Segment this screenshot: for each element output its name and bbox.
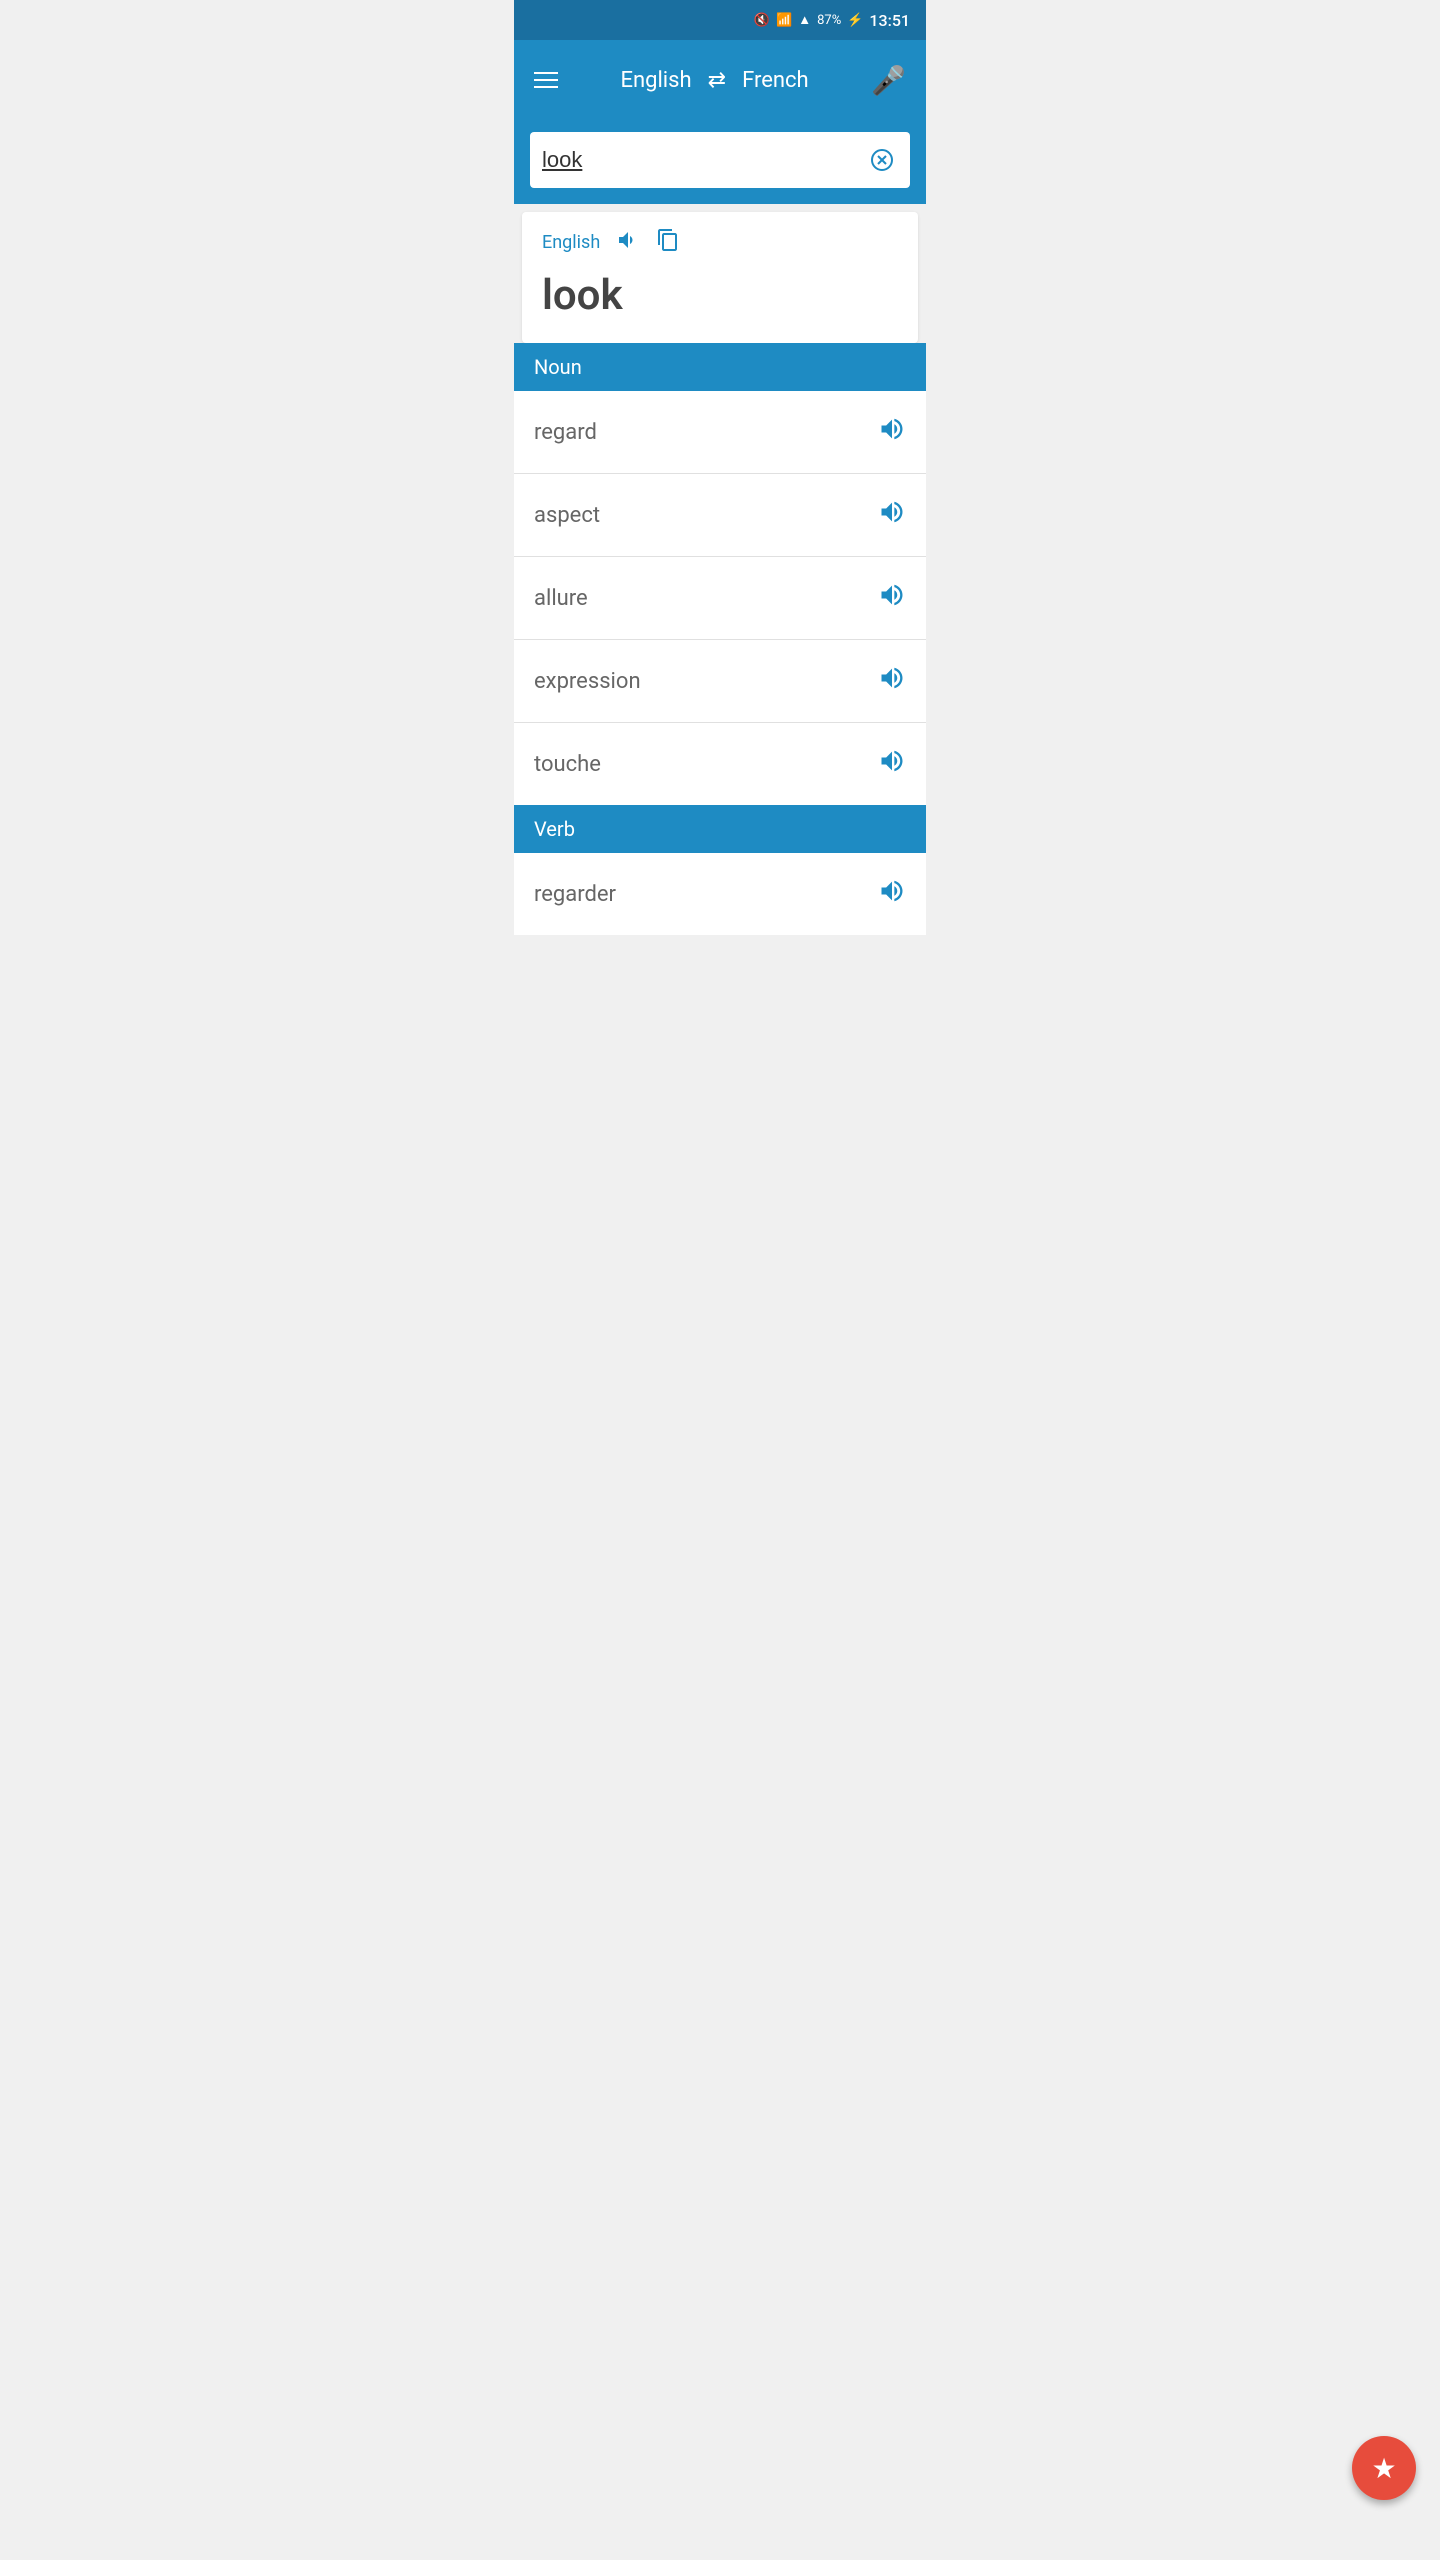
noun-section-header: Noun — [514, 343, 926, 391]
clear-search-button[interactable] — [866, 144, 898, 176]
app-bar: English ⇄ French 🎤 — [514, 40, 926, 120]
wifi-icon: 📶 — [776, 13, 792, 28]
noun-translations-list: regard aspect allure expression — [514, 391, 926, 805]
target-language[interactable]: French — [742, 68, 809, 93]
list-item: regarder — [514, 853, 926, 935]
translation-card: English look — [522, 212, 918, 343]
list-item: expression — [514, 640, 926, 723]
favorite-fab-button[interactable]: ★ — [1352, 2436, 1416, 2500]
search-container — [530, 132, 910, 188]
menu-icon — [534, 79, 558, 81]
status-bar: 🔇 📶 ▲ 87% ⚡ 13:51 — [514, 0, 926, 40]
star-icon: ★ — [1371, 2452, 1396, 2485]
speaker-icon[interactable] — [878, 581, 906, 615]
speaker-icon[interactable] — [878, 877, 906, 911]
card-copy-icon[interactable] — [656, 228, 680, 257]
translation-word: regard — [534, 420, 597, 445]
swap-languages-icon[interactable]: ⇄ — [708, 68, 726, 93]
signal-icon: ▲ — [798, 12, 811, 28]
translation-word: expression — [534, 669, 641, 694]
list-item: aspect — [514, 474, 926, 557]
translation-word: aspect — [534, 503, 600, 528]
source-language[interactable]: English — [620, 68, 691, 93]
translation-word: regarder — [534, 882, 616, 907]
microphone-icon[interactable]: 🎤 — [871, 64, 906, 97]
menu-icon — [534, 86, 558, 88]
list-item: allure — [514, 557, 926, 640]
language-selector: English ⇄ French — [620, 68, 808, 93]
noun-label: Noun — [534, 355, 582, 379]
card-header: English — [542, 228, 898, 257]
list-item: touche — [514, 723, 926, 805]
source-word: look — [542, 273, 898, 319]
menu-icon — [534, 72, 558, 74]
battery-level: 87% — [817, 13, 841, 28]
menu-button[interactable] — [534, 72, 558, 88]
search-input[interactable] — [542, 147, 866, 173]
speaker-icon[interactable] — [878, 415, 906, 449]
status-time: 13:51 — [869, 11, 910, 30]
list-item: regard — [514, 391, 926, 474]
mute-icon: 🔇 — [754, 13, 770, 28]
speaker-icon[interactable] — [878, 747, 906, 781]
translation-word: touche — [534, 752, 601, 777]
translation-word: allure — [534, 586, 588, 611]
verb-section-header: Verb — [514, 805, 926, 853]
card-speaker-icon[interactable] — [616, 228, 640, 257]
battery-charging-icon: ⚡ — [847, 13, 863, 28]
status-icons: 🔇 📶 ▲ 87% ⚡ 13:51 — [754, 11, 910, 30]
speaker-icon[interactable] — [878, 664, 906, 698]
speaker-icon[interactable] — [878, 498, 906, 532]
verb-label: Verb — [534, 817, 575, 841]
card-language-label: English — [542, 232, 600, 253]
search-bar — [514, 120, 926, 204]
